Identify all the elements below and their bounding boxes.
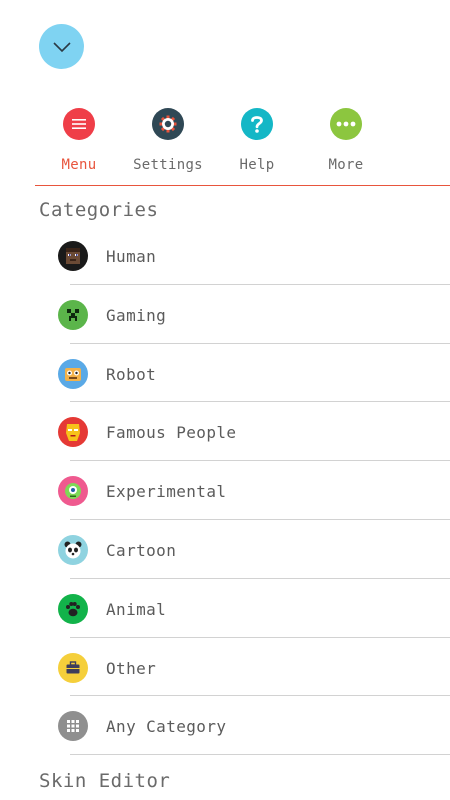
category-label: Experimental — [106, 482, 227, 502]
chevron-down-icon — [52, 41, 71, 52]
paw-print-icon — [58, 593, 88, 624]
category-label: Cartoon — [106, 540, 177, 560]
one-eyed-monster-icon — [58, 476, 88, 507]
more-button[interactable]: More — [301, 108, 391, 173]
category-label: Robot — [106, 364, 157, 384]
human-face-icon — [58, 241, 88, 271]
category-label: Human — [106, 247, 157, 266]
toolbar-divider — [35, 185, 450, 186]
collapse-button[interactable] — [39, 24, 84, 69]
category-label: Animal — [106, 599, 167, 619]
category-item-human[interactable]: Human — [0, 226, 450, 285]
iron-helmet-icon — [58, 417, 88, 448]
category-label: Other — [106, 658, 157, 678]
question-mark-icon — [241, 108, 273, 140]
panda-face-icon — [58, 534, 88, 565]
help-label: Help — [239, 157, 275, 173]
briefcase-icon — [58, 652, 88, 683]
grid-icon — [58, 711, 88, 742]
category-item-cartoon[interactable]: Cartoon — [0, 520, 450, 579]
category-item-other[interactable]: Other — [0, 638, 450, 697]
categories-heading: Categories — [39, 199, 159, 221]
skin-editor-heading: Skin Editor — [39, 770, 171, 792]
category-label: Any Category — [106, 717, 227, 737]
category-item-animal[interactable]: Animal — [0, 579, 450, 638]
menu-button[interactable]: Menu — [34, 108, 124, 173]
more-dots-icon — [330, 108, 362, 140]
category-label: Famous People — [106, 423, 237, 443]
gear-icon — [152, 108, 184, 140]
category-item-famous-people[interactable]: Famous People — [0, 402, 450, 462]
robot-face-icon — [58, 358, 88, 389]
category-item-gaming[interactable]: Gaming — [0, 285, 450, 344]
settings-label: Settings — [133, 157, 203, 173]
category-item-any-category[interactable]: Any Category — [0, 696, 450, 756]
category-item-experimental[interactable]: Experimental — [0, 461, 450, 520]
hamburger-menu-icon — [63, 108, 95, 140]
top-toolbar: Menu Settings Help More — [34, 108, 364, 178]
menu-label: Menu — [61, 157, 97, 173]
category-list: Human Gaming Robot Famous People Experim… — [0, 226, 450, 756]
creeper-face-icon — [58, 299, 88, 330]
category-item-robot[interactable]: Robot — [0, 344, 450, 403]
help-button[interactable]: Help — [212, 108, 302, 173]
settings-button[interactable]: Settings — [123, 108, 213, 173]
more-label: More — [328, 157, 364, 173]
category-label: Gaming — [106, 305, 167, 325]
divider — [70, 754, 450, 756]
